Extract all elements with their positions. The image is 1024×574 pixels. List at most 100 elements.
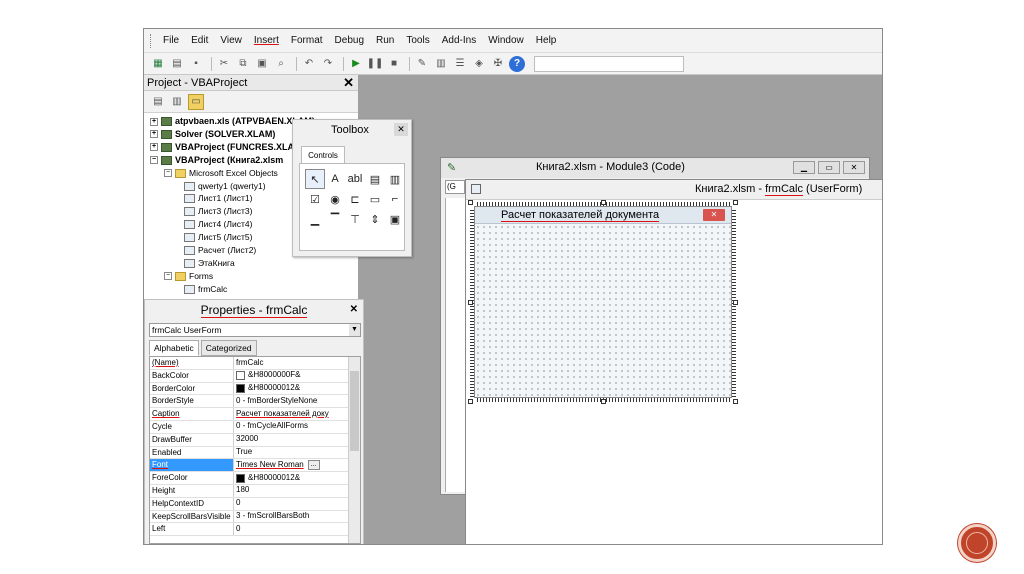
spinbutton-icon[interactable]: ⇕ <box>365 209 385 229</box>
find-icon[interactable]: ⌕ <box>273 56 289 72</box>
expand-icon[interactable]: + <box>150 143 158 152</box>
view-code-icon[interactable]: ▤ <box>150 94 166 110</box>
tree-node[interactable]: Расчет (Лист2) <box>184 244 256 257</box>
code-editor[interactable] <box>445 198 465 492</box>
collapse-icon[interactable]: − <box>164 169 172 178</box>
menu-item-view[interactable]: View <box>214 29 248 53</box>
property-value[interactable]: 32000 <box>234 434 344 446</box>
tabstrip-icon[interactable]: ▁ <box>305 209 325 229</box>
toolbox-icon[interactable]: ✠ <box>490 56 506 72</box>
menu-item-add-ins[interactable]: Add-Ins <box>436 29 482 53</box>
menu-item-file[interactable]: File <box>157 29 185 53</box>
tab-alphabetic[interactable]: Alphabetic <box>149 340 199 356</box>
property-value[interactable]: 180 <box>234 485 344 497</box>
project-explorer-close-button[interactable]: ✕ <box>343 75 354 91</box>
resize-handle-nw[interactable] <box>468 200 473 205</box>
property-row[interactable]: (Name) frmCalc <box>150 357 360 370</box>
property-value[interactable]: &H8000000F& <box>234 370 344 382</box>
resize-handle-s[interactable] <box>601 399 606 404</box>
tree-node[interactable]: Лист1 (Лист1) <box>184 192 252 205</box>
tree-node[interactable]: ЭтаКнига <box>184 257 235 270</box>
tab-categorized[interactable]: Categorized <box>200 340 257 356</box>
property-row[interactable]: ForeColor &H80000012& <box>150 472 360 485</box>
property-value[interactable]: 0 <box>234 523 344 535</box>
property-row[interactable]: Left 0 <box>150 523 360 537</box>
menu-item-debug[interactable]: Debug <box>329 29 370 53</box>
tree-node[interactable]: Лист3 (Лист3) <box>184 205 252 218</box>
tree-node[interactable]: Лист5 (Лист5) <box>184 231 252 244</box>
property-row[interactable]: KeepScrollBarsVisible 3 - fmScrollBarsBot… <box>150 510 360 524</box>
design-mode-icon[interactable]: ✎ <box>414 56 430 72</box>
object-browser-icon[interactable]: ◈ <box>471 56 487 72</box>
tree-node[interactable]: Лист4 (Лист4) <box>184 218 252 231</box>
view-object-icon[interactable]: ▥ <box>169 94 185 110</box>
combobox-icon[interactable]: ▤ <box>365 169 385 189</box>
property-value[interactable]: True <box>234 447 344 459</box>
commandbutton-icon[interactable]: ⌐ <box>385 189 405 209</box>
collapse-icon[interactable]: − <box>150 156 158 165</box>
frame-icon[interactable]: ▭ <box>365 189 385 209</box>
property-row[interactable]: Height 180 <box>150 484 360 498</box>
textbox-icon[interactable]: abl <box>345 169 365 189</box>
ellipsis-button[interactable]: ... <box>307 460 320 471</box>
properties-scrollbar[interactable] <box>348 357 360 543</box>
reset-icon[interactable]: ■ <box>386 56 402 72</box>
cut-icon[interactable]: ✂ <box>216 56 232 72</box>
label-icon[interactable]: A <box>325 169 345 189</box>
property-value[interactable]: 3 - fmScrollBarsBoth <box>234 511 344 523</box>
tree-node[interactable]: frmCalc <box>184 283 227 296</box>
excel-icon[interactable]: ▦ <box>150 56 166 72</box>
toggle-folders-icon[interactable]: ▭ <box>188 93 204 110</box>
undo-icon[interactable]: ↶ <box>301 56 317 72</box>
paste-icon[interactable]: ▣ <box>254 56 270 72</box>
property-row[interactable]: BackColor &H8000000F& <box>150 369 360 383</box>
redo-icon[interactable]: ↷ <box>320 56 336 72</box>
multipage-icon[interactable]: ▔ <box>325 209 345 229</box>
property-value[interactable]: Times New Roman... <box>234 459 344 471</box>
menu-item-insert[interactable]: Insert <box>248 29 285 53</box>
property-row[interactable]: Font Times New Roman... <box>150 459 360 473</box>
menu-grip[interactable] <box>150 33 153 48</box>
tree-node[interactable]: + atpvbaen.xls (ATPVBAEN.XLAM) <box>150 115 315 128</box>
property-row[interactable]: Caption Расчет показателей доку <box>150 408 360 421</box>
run-icon[interactable]: ▶ <box>348 56 364 72</box>
resize-handle-se[interactable] <box>733 399 738 404</box>
menu-item-tools[interactable]: Tools <box>400 29 435 53</box>
tree-node[interactable]: + VBAProject (FUNCRES.XLA <box>150 141 294 154</box>
userform-design-grid[interactable] <box>475 224 731 397</box>
property-row[interactable]: Enabled True <box>150 446 360 460</box>
help-icon[interactable]: ? <box>509 55 525 72</box>
object-selector-combo[interactable]: frmCalc UserForm ▼ <box>149 323 361 337</box>
property-value[interactable]: &H80000012& <box>234 472 344 484</box>
menu-item-window[interactable]: Window <box>482 29 530 53</box>
tree-node[interactable]: + Solver (SOLVER.XLAM) <box>150 128 275 141</box>
maximize-button[interactable]: ▭ <box>818 161 840 174</box>
property-row[interactable]: BorderColor &H80000012& <box>150 382 360 396</box>
tree-node[interactable]: − VBAProject (Книга2.xlsm <box>150 154 283 167</box>
tree-node[interactable]: qwerty1 (qwerty1) <box>184 180 266 193</box>
properties-close-button[interactable]: ✕ <box>350 300 358 320</box>
resize-handle-w[interactable] <box>468 300 473 305</box>
save-icon[interactable]: ▪ <box>188 56 204 72</box>
slide-nav-button[interactable] <box>958 524 996 562</box>
break-icon[interactable]: ❚❚ <box>367 56 384 72</box>
menu-item-run[interactable]: Run <box>370 29 400 53</box>
scrollbar-icon[interactable]: ⊤ <box>345 209 365 229</box>
resize-handle-n[interactable] <box>601 200 606 205</box>
resize-handle-ne[interactable] <box>733 200 738 205</box>
menu-item-format[interactable]: Format <box>285 29 329 53</box>
expand-icon[interactable]: + <box>150 117 158 126</box>
userform-close-button[interactable]: ✕ <box>703 209 725 221</box>
listbox-icon[interactable]: ▥ <box>385 169 405 189</box>
toolbox-tab-controls[interactable]: Controls <box>301 146 345 163</box>
minimize-button[interactable]: ▁ <box>793 161 815 174</box>
property-value[interactable]: 0 <box>234 498 344 510</box>
property-value[interactable]: Расчет показателей доку <box>234 408 344 420</box>
menu-item-edit[interactable]: Edit <box>185 29 214 53</box>
toolbox-close-button[interactable]: ✕ <box>394 123 408 136</box>
select-objects-icon[interactable]: ↖ <box>305 169 325 189</box>
property-row[interactable]: HelpContextID 0 <box>150 497 360 511</box>
togglebutton-icon[interactable]: ⊏ <box>345 189 365 209</box>
optionbutton-icon[interactable]: ◉ <box>325 189 345 209</box>
tree-node[interactable]: − Microsoft Excel Objects <box>164 167 278 180</box>
